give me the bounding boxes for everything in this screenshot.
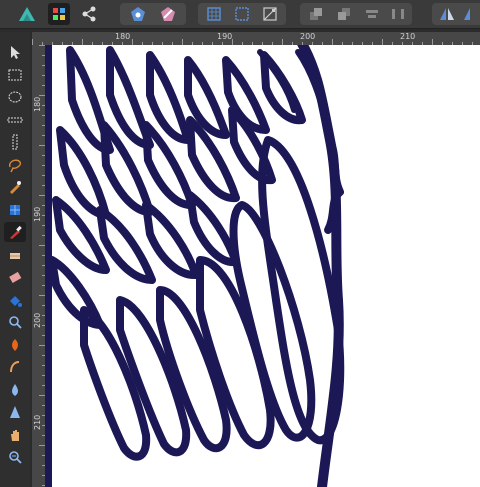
move-tool-icon[interactable] <box>4 42 26 62</box>
ruler-top-label: 190 <box>217 32 233 41</box>
wing-illustration <box>45 45 345 487</box>
transform-icon[interactable] <box>258 3 282 25</box>
sharpen-icon[interactable] <box>4 402 26 422</box>
ruler-left-label: 190 <box>33 206 42 222</box>
ruler-horizontal: 180 190 200 210 <box>32 32 480 45</box>
ruler-left-label: 180 <box>33 96 42 112</box>
affinity-logo-icon[interactable] <box>16 3 38 25</box>
arrange-forward-icon[interactable] <box>332 3 356 25</box>
rectangle-marquee-icon[interactable] <box>4 65 26 85</box>
selection-brush-icon[interactable] <box>4 177 26 197</box>
flip-vertical-icon[interactable] <box>460 3 480 25</box>
ruler-top-label: 180 <box>115 32 131 41</box>
fill-tool-icon[interactable] <box>4 290 26 310</box>
smudge-icon[interactable] <box>4 357 26 377</box>
flood-select-icon[interactable] <box>4 200 26 220</box>
tools-panel <box>0 32 30 487</box>
ruler-top-label: 200 <box>300 32 316 41</box>
dodge-burn-icon[interactable] <box>4 335 26 355</box>
column-marquee-icon[interactable] <box>4 132 26 152</box>
top-toolbar <box>0 0 480 29</box>
row-marquee-icon[interactable] <box>4 110 26 130</box>
pixel-tool-icon[interactable] <box>4 245 26 265</box>
boolean-icon[interactable] <box>156 3 180 25</box>
flip-icon[interactable] <box>436 3 458 25</box>
align-icon[interactable] <box>360 3 384 25</box>
freehand-selection-icon[interactable] <box>4 155 26 175</box>
flip-group <box>432 3 480 25</box>
assistant-icon[interactable] <box>126 3 150 25</box>
paint-brush-icon[interactable] <box>4 222 26 242</box>
ruler-vertical: 180 190 200 210 <box>32 45 45 487</box>
assistant-group <box>120 3 186 25</box>
arrange-group <box>300 3 412 25</box>
blur-icon[interactable] <box>4 380 26 400</box>
zoom-tool-icon[interactable] <box>4 312 26 332</box>
export-persona-icon[interactable] <box>78 3 100 25</box>
grid-icon[interactable] <box>230 3 254 25</box>
distribute-icon[interactable] <box>388 3 408 25</box>
view-zoom-icon[interactable] <box>4 447 26 467</box>
pixel-persona-icon[interactable] <box>48 3 70 25</box>
ruler-left-label: 210 <box>33 414 42 430</box>
ruler-left-label: 200 <box>33 312 42 328</box>
snapping-icon[interactable] <box>202 3 226 25</box>
erase-brush-icon[interactable] <box>4 267 26 287</box>
canvas[interactable] <box>45 45 480 487</box>
hand-tool-icon[interactable] <box>4 425 26 445</box>
ellipse-marquee-icon[interactable] <box>4 87 26 107</box>
ruler-top-label: 210 <box>400 32 416 41</box>
arrange-back-icon[interactable] <box>304 3 328 25</box>
snapping-group <box>198 3 286 25</box>
